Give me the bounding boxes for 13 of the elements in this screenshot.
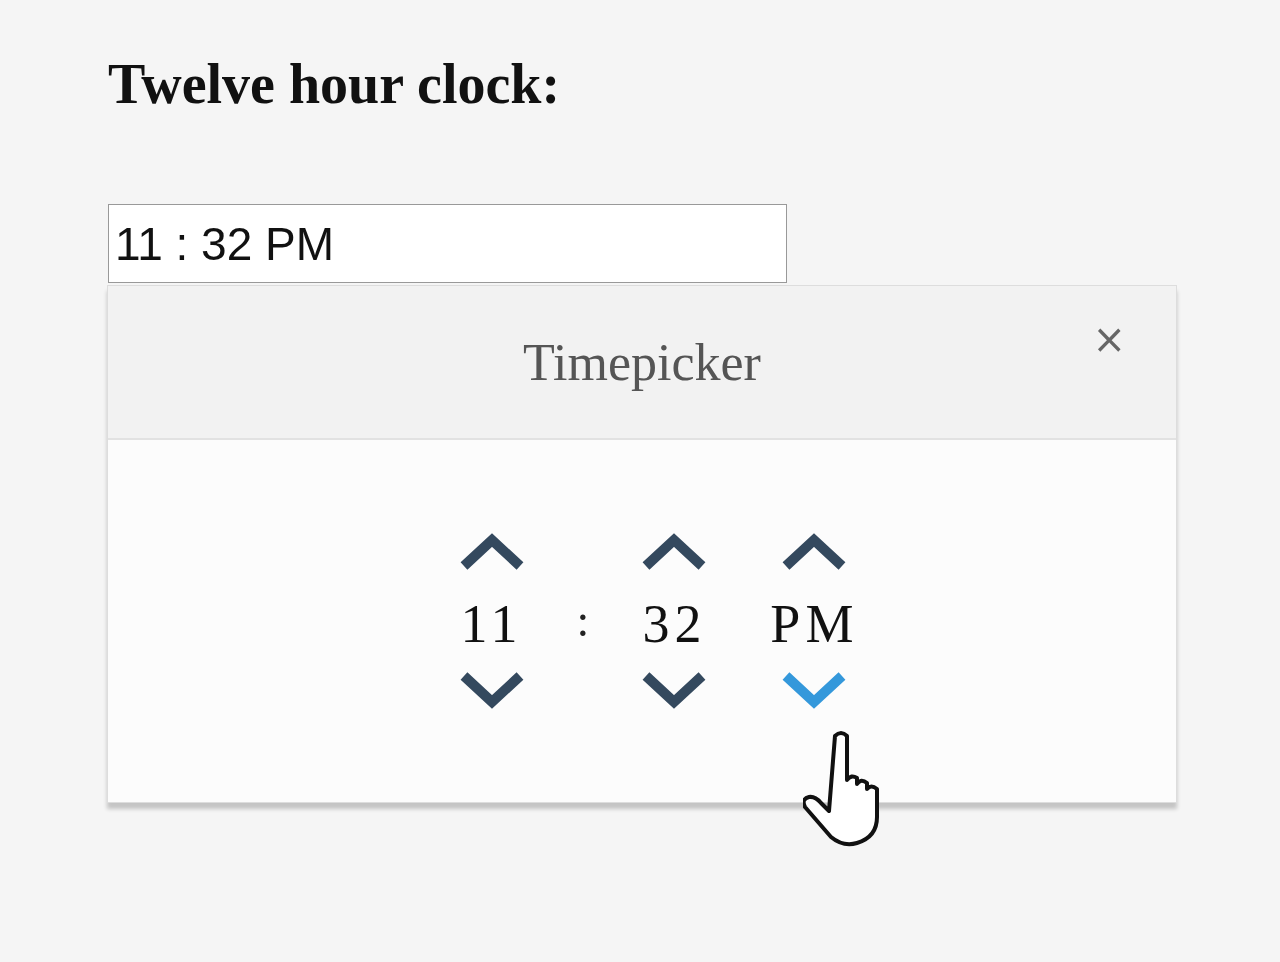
spinner-value: 32 [642,593,707,656]
page-heading: Twelve hour clock: [108,52,562,116]
increment-button[interactable] [459,532,524,572]
close-button[interactable]: × [1086,316,1132,362]
decrement-button[interactable] [642,670,707,710]
increment-button[interactable] [642,532,707,572]
spinner-value: PM [770,593,859,656]
separator-colon: : [576,593,590,647]
timepicker-title: Timepicker [523,332,761,392]
spinner-value: 11 [460,593,523,656]
increment-button[interactable] [782,532,847,572]
decrement-button[interactable] [459,670,524,710]
time-field[interactable]: 11 : 32 PM [108,204,787,283]
